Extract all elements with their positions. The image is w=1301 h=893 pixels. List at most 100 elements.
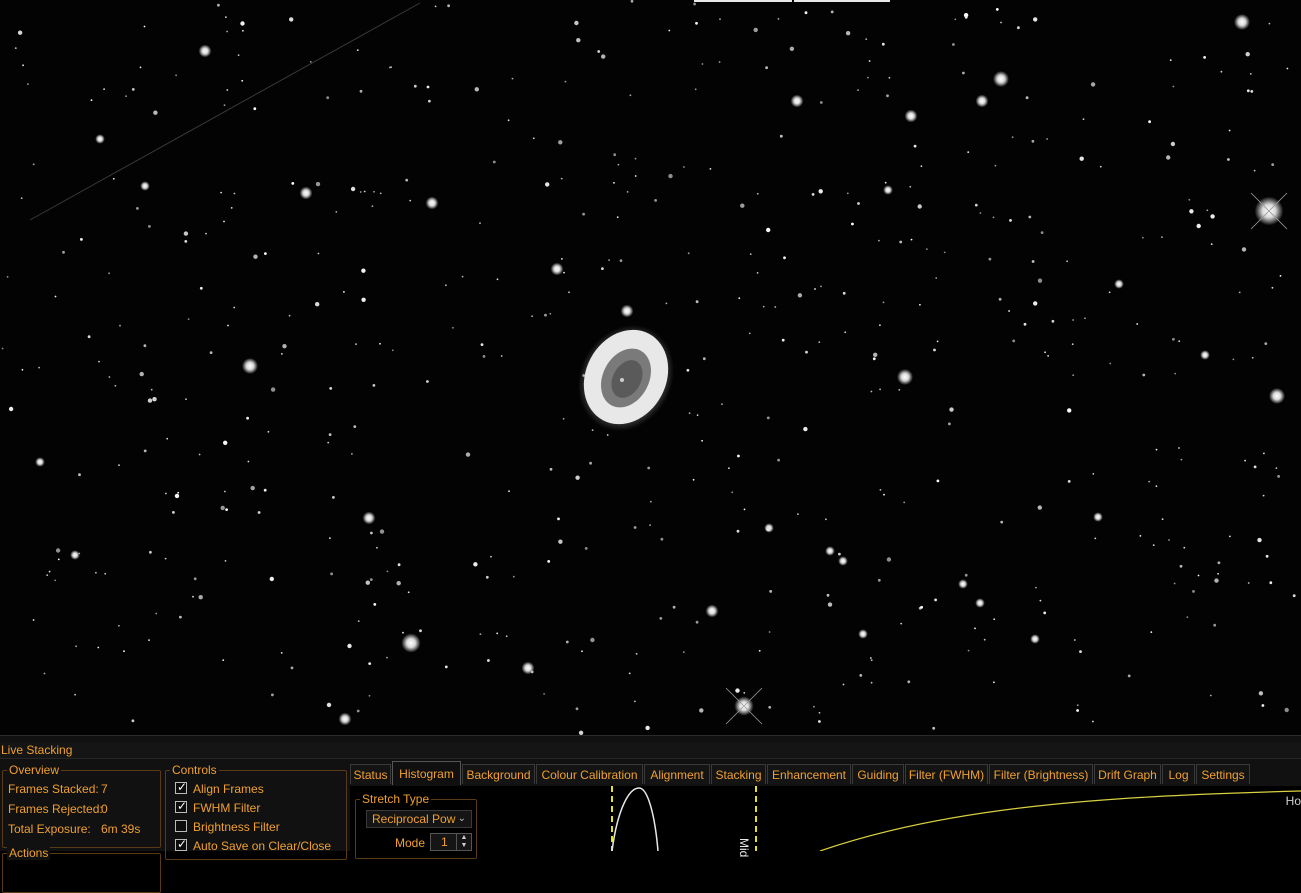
star: [686, 368, 690, 372]
tab-settings[interactable]: Settings: [1196, 764, 1250, 784]
star: [225, 16, 227, 18]
star: [964, 15, 968, 19]
star: [1035, 586, 1037, 589]
tab-enhancement[interactable]: Enhancement: [767, 764, 851, 784]
star: [264, 252, 267, 256]
star: [695, 21, 698, 25]
star: [617, 163, 620, 166]
star: [315, 181, 321, 187]
star: [32, 163, 35, 166]
star: [199, 286, 203, 290]
frames-rejected-row: Frames Rejected: 0: [8, 802, 108, 816]
star: [1152, 544, 1155, 546]
star: [756, 192, 759, 195]
spin-arrows-icon[interactable]: ▲ ▼: [456, 834, 471, 850]
star: [591, 429, 594, 431]
star: [192, 595, 194, 598]
star: [1155, 485, 1158, 488]
tab-histogram[interactable]: Histogram: [392, 761, 461, 785]
star: [263, 488, 267, 492]
mode-stepper[interactable]: 1 ▲ ▼: [430, 833, 472, 851]
star: [531, 315, 533, 318]
star: [1275, 467, 1278, 469]
star: [508, 490, 510, 493]
star: [48, 570, 51, 573]
star: [253, 254, 258, 259]
star: [226, 30, 229, 33]
panel-title: Live Stacking: [0, 742, 1301, 759]
star: [1037, 278, 1043, 283]
star: [695, 300, 699, 304]
fwhm-filter-checkbox[interactable]: ✓ FWHM Filter: [166, 799, 346, 816]
star: [1229, 535, 1231, 538]
star: [139, 371, 144, 377]
star: [886, 94, 889, 98]
star: [369, 578, 373, 581]
star: [903, 501, 906, 504]
tab-filter-fwhm[interactable]: Filter (FWHM): [905, 764, 988, 784]
ring-nebula: [577, 324, 675, 432]
tab-filter-brightness[interactable]: Filter (Brightness): [989, 764, 1093, 784]
star: [396, 581, 401, 586]
frames-stacked-row: Frames Stacked: 7: [8, 782, 108, 796]
tab-log[interactable]: Log: [1162, 764, 1195, 784]
star: [695, 620, 699, 624]
star: [974, 627, 976, 630]
star: [140, 181, 150, 191]
auto-save-checkbox[interactable]: ✓ Auto Save on Clear/Close: [166, 837, 346, 854]
star: [479, 222, 481, 225]
histogram-view[interactable]: Stretch Type Reciprocal Pow ⌄ Mode 1 ▲ ▼ …: [350, 786, 1301, 859]
star: [547, 560, 551, 563]
tab-alignment[interactable]: Alignment: [644, 764, 710, 784]
star: [873, 352, 878, 357]
star: [103, 88, 105, 90]
tab-drift-graph[interactable]: Drift Graph: [1094, 764, 1161, 784]
tab-background[interactable]: Background: [462, 764, 535, 784]
star: [576, 38, 581, 43]
star: [1197, 574, 1200, 577]
star: [1011, 136, 1014, 139]
star: [240, 21, 245, 26]
star: [299, 186, 313, 200]
star: [748, 332, 751, 335]
star: [814, 288, 816, 290]
star: [217, 3, 220, 7]
star: [1279, 275, 1282, 277]
star: [601, 267, 604, 270]
tab-colour-calibration[interactable]: Colour Calibration: [536, 764, 643, 784]
star: [1234, 14, 1250, 30]
star: [709, 168, 712, 170]
star: [373, 603, 377, 606]
tab-stacking[interactable]: Stacking: [711, 764, 766, 784]
star: [184, 240, 188, 243]
brightness-filter-checkbox[interactable]: Brightness Filter: [166, 820, 346, 835]
tab-guiding[interactable]: Guiding: [852, 764, 904, 784]
stacked-image-viewer[interactable]: [0, 0, 1301, 735]
star: [198, 44, 212, 58]
star: [386, 656, 388, 659]
star: [870, 681, 873, 684]
total-exposure-row: Total Exposure: 6m 39s: [8, 822, 140, 836]
stretch-curve: [819, 790, 1301, 851]
star: [777, 18, 780, 20]
star: [361, 297, 366, 302]
star: [338, 712, 352, 726]
star: [818, 341, 821, 343]
star: [507, 119, 510, 122]
star: [718, 61, 721, 63]
star: [975, 94, 989, 108]
star: [250, 485, 255, 491]
stretch-type-select[interactable]: Reciprocal Pow ⌄: [366, 810, 472, 828]
star: [413, 84, 417, 88]
star: [954, 18, 957, 21]
tab-status[interactable]: Status: [350, 764, 391, 784]
star: [1258, 691, 1264, 696]
star: [878, 239, 880, 242]
align-frames-checkbox[interactable]: ✓ Align Frames: [166, 780, 346, 797]
star: [233, 192, 236, 195]
checkmark-icon: ✓: [177, 799, 188, 813]
star: [967, 151, 970, 154]
stretch-type-legend: Stretch Type: [360, 792, 432, 806]
star: [1277, 475, 1280, 478]
star: [886, 557, 892, 562]
